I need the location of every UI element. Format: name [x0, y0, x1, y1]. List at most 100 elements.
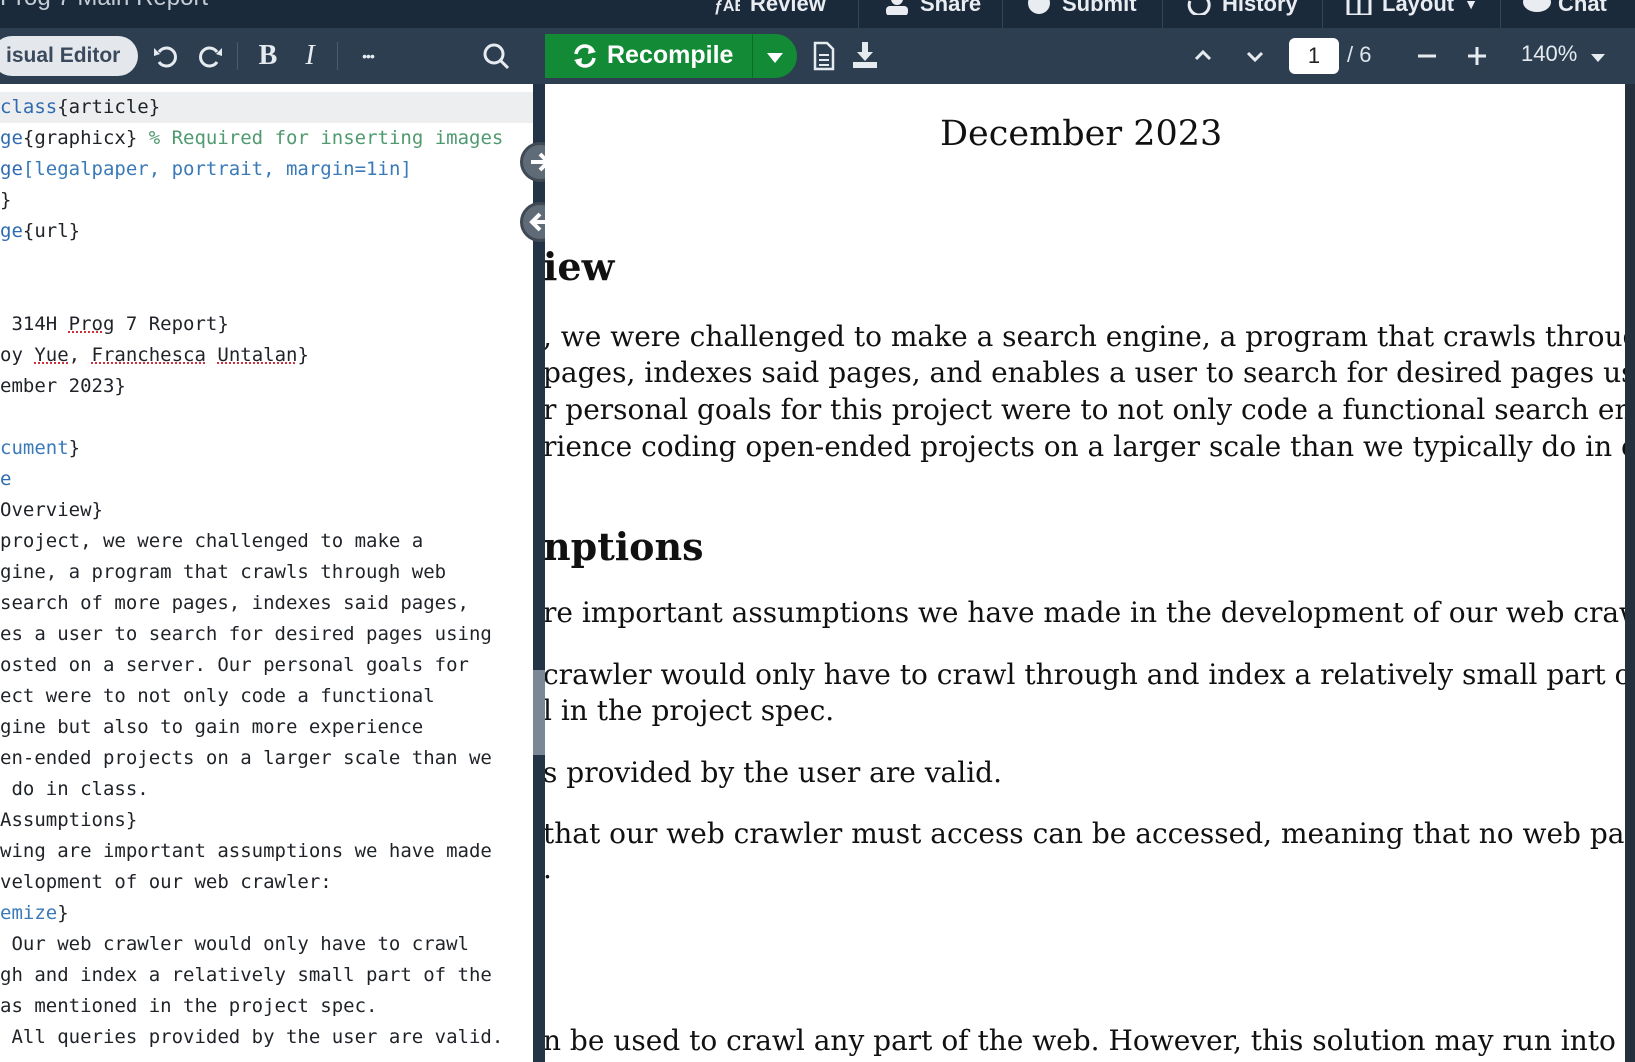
pdf-list-item-line: l in the project spec. [545, 694, 835, 727]
code-line[interactable]: Overview} [0, 495, 103, 526]
zoom-select[interactable]: 140% [1521, 41, 1606, 68]
code-argument: [legalpaper, portrait, margin=1in] [22, 158, 412, 180]
code-token: 7 Report} [114, 313, 229, 335]
code-line[interactable]: gine, a program that crawls through web [0, 557, 446, 588]
visual-editor-toggle[interactable]: isual Editor [0, 36, 139, 76]
code-line[interactable]: wing are important assumptions we have m… [0, 836, 492, 867]
next-page-icon[interactable] [1239, 40, 1271, 72]
chat-button[interactable]: Chat [1522, 0, 1607, 22]
code-editor[interactable]: class{article} ge{graphicx} % Required f… [0, 84, 533, 1062]
pdf-section-heading: nptions [545, 524, 704, 569]
review-button[interactable]: ƒAB Review [714, 0, 826, 22]
more-options-button[interactable]: ••• [352, 40, 384, 72]
code-line[interactable]: emize} [0, 898, 69, 929]
code-token: velopment of our web crawler: [0, 871, 332, 893]
code-token: en-ended projects on a larger scale than… [0, 747, 492, 769]
top-bar: Prog 7 Main Report ƒAB Review Share Subm… [0, 0, 1635, 28]
italic-button[interactable]: I [294, 40, 326, 72]
submit-button[interactable]: Submit [1026, 0, 1137, 22]
layout-label: Layout [1382, 0, 1455, 16]
pdf-list-item-line: that our web crawler must access can be … [545, 817, 1625, 850]
code-token: ember 2023} [0, 375, 126, 397]
history-label: History [1222, 0, 1298, 16]
caret-down-icon [1591, 42, 1606, 68]
code-line[interactable]: as mentioned in the project spec. [0, 991, 378, 1022]
project-title[interactable]: Prog 7 Main Report [0, 0, 208, 12]
pdf-paragraph-line: re important assumptions we have made in… [545, 596, 1625, 629]
submit-label: Submit [1062, 0, 1137, 16]
code-token: , [68, 344, 92, 366]
code-line[interactable]: ect were to not only code a functional [0, 681, 435, 712]
zoom-in-icon[interactable] [1461, 40, 1493, 72]
code-line[interactable]: gine but also to gain more experience [0, 712, 423, 743]
code-line[interactable]: osted on a server. Our personal goals fo… [0, 650, 469, 681]
top-separator [1162, 0, 1163, 28]
redo-icon[interactable] [194, 40, 226, 72]
code-line[interactable]: do in class. [0, 774, 148, 805]
spelling-error[interactable]: Yue [34, 344, 68, 366]
code-line[interactable]: ge{url} [0, 216, 80, 247]
code-line[interactable]: Our web crawler would only have to crawl [0, 929, 469, 960]
pdf-preview[interactable]: December 2023 iew , we were challenged t… [545, 84, 1625, 1062]
page-number-input[interactable]: 1 [1289, 38, 1339, 74]
document-icon[interactable] [807, 40, 839, 72]
pdf-scrollbar[interactable] [1625, 84, 1635, 1062]
code-line[interactable]: } [0, 185, 11, 216]
spelling-error[interactable]: Prog [69, 313, 115, 335]
code-token: search of more pages, indexes said pages… [0, 592, 469, 614]
undo-icon[interactable] [150, 40, 182, 72]
search-icon[interactable] [480, 40, 512, 72]
code-token: ge [0, 158, 23, 180]
pane-resize-handle[interactable] [533, 670, 545, 755]
zoom-level-label: 140% [1521, 41, 1578, 66]
review-icon: ƒAB [714, 0, 746, 15]
refresh-icon [571, 42, 599, 75]
code-line[interactable]: oy Yue, Franchesca Untalan} [0, 340, 309, 371]
code-line[interactable]: ember 2023} [0, 371, 126, 402]
code-line[interactable]: class{article} [0, 92, 160, 123]
code-token: gine but also to gain more experience [0, 716, 424, 738]
pdf-paragraph-line: pages, indexes said pages, and enables a… [545, 356, 1625, 389]
code-token: {article} [57, 96, 161, 118]
code-line[interactable]: en-ended projects on a larger scale than… [0, 743, 492, 774]
code-line[interactable]: search of more pages, indexes said pages… [0, 588, 469, 619]
spelling-error[interactable]: Untalan [217, 344, 297, 366]
pdf-paragraph-line: r personal goals for this project were t… [545, 393, 1625, 426]
recompile-dropdown-button[interactable] [752, 34, 797, 78]
layout-button[interactable]: Layout ▼ [1346, 0, 1478, 22]
top-separator [1500, 0, 1501, 28]
recompile-button[interactable]: Recompile [545, 34, 797, 78]
code-line[interactable]: gh and index a relatively small part of … [0, 960, 492, 991]
code-token: class [0, 96, 58, 118]
code-line[interactable]: ge[legalpaper, portrait, margin=1in] [0, 154, 412, 185]
code-line[interactable]: 314H Prog 7 Report} [0, 309, 229, 340]
code-token: gine, a program that crawls through web [0, 561, 447, 583]
zoom-out-icon[interactable] [1411, 40, 1443, 72]
code-line[interactable]: cument} [0, 433, 80, 464]
share-button[interactable]: Share [884, 0, 981, 22]
spelling-error[interactable]: Franchesca [92, 344, 206, 366]
recompile-label: Recompile [607, 41, 734, 69]
editor-toolbar: isual Editor B I ••• [0, 28, 545, 84]
download-icon[interactable] [849, 40, 881, 72]
bold-button[interactable]: B [252, 40, 284, 72]
caret-down-icon [767, 50, 783, 68]
code-argument: cument [0, 437, 69, 459]
pdf-list-item-line: . [545, 852, 552, 885]
code-line[interactable]: All queries provided by the user are val… [0, 1022, 503, 1053]
share-user-icon [884, 0, 910, 16]
history-button[interactable]: History [1186, 0, 1298, 22]
chevron-down-icon: ▼ [1464, 0, 1478, 12]
code-token: Assumptions} [0, 809, 138, 831]
code-line[interactable]: ge{graphicx} % Required for inserting im… [0, 123, 503, 154]
code-line[interactable]: velopment of our web crawler: [0, 867, 332, 898]
previous-page-icon[interactable] [1187, 40, 1219, 72]
code-line[interactable]: Assumptions} [0, 805, 137, 836]
code-line[interactable]: project, we were challenged to make a [0, 526, 423, 557]
code-line[interactable]: es a user to search for desired pages us… [0, 619, 492, 650]
code-token: gh and index a relatively small part of … [0, 964, 492, 986]
layout-icon [1346, 0, 1372, 17]
pdf-date: December 2023 [940, 114, 1223, 154]
code-line[interactable]: e [0, 464, 11, 495]
